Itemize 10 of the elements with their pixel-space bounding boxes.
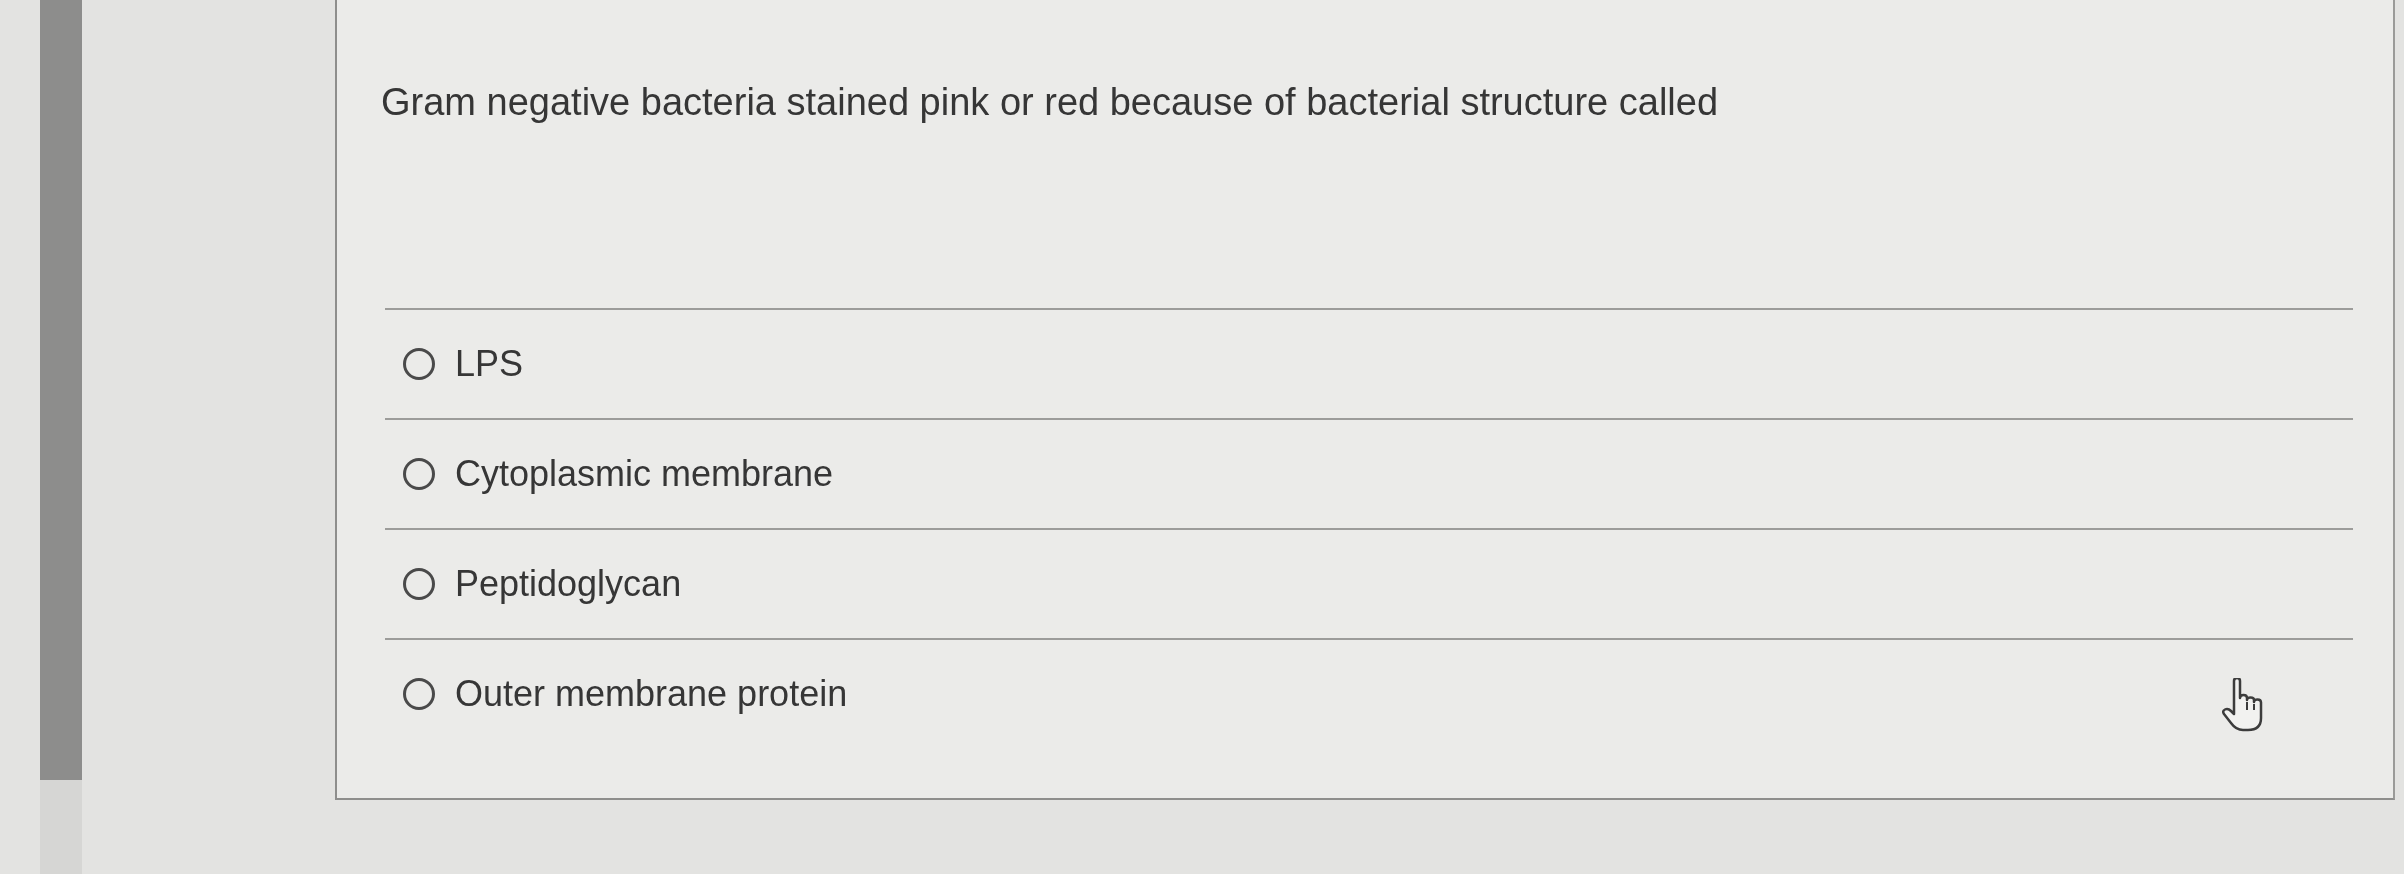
option-label[interactable]: LPS [455,342,524,386]
radio-button[interactable] [403,348,435,380]
radio-button[interactable] [403,458,435,490]
option-label[interactable]: Outer membrane protein [455,672,848,716]
option-label[interactable]: Cytoplasmic membrane [455,452,834,496]
radio-button[interactable] [403,678,435,710]
radio-button[interactable] [403,568,435,600]
option-label[interactable]: Peptidoglycan [455,562,682,606]
question-text: Gram negative bacteria stained pink or red because of bacterial structure called [381,80,1720,125]
hand-pointer-icon [2222,678,2264,732]
